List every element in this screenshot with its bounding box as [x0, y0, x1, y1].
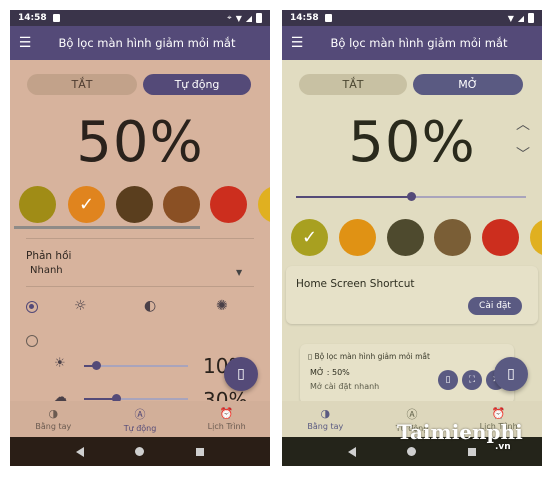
auto-icon: Ⓐ [134, 407, 146, 421]
color-swatch-red[interactable] [210, 186, 247, 223]
right-phone-screen: 14:58 ▼ ◢ ☰ Bộ lọc màn hình giảm mỏi mắt… [282, 10, 542, 466]
nav-label: Tự động [123, 423, 157, 433]
feedback-select[interactable]: Nhanh [30, 265, 63, 276]
feedback-label: Phản hồi [26, 250, 72, 262]
app-bar: ☰ Bộ lọc màn hình giảm mỏi mắt [282, 26, 542, 60]
intensity-percent: 50% [348, 110, 476, 175]
shortcut-title: Home Screen Shortcut [296, 278, 415, 290]
swatch-scroll-indicator [14, 226, 200, 229]
color-swatch-olive[interactable] [19, 186, 56, 223]
app-bar: ☰ Bộ lọc màn hình giảm mỏi mắt [10, 26, 270, 60]
toggle-off-button[interactable]: TẮT [27, 74, 137, 95]
brightness-low-icon[interactable]: ☼ [74, 298, 87, 314]
dropdown-arrow-icon[interactable]: ▼ [236, 268, 242, 277]
color-swatch-dark-brown[interactable] [116, 186, 153, 223]
status-time: 14:58 [18, 13, 47, 23]
slider-thumb-2[interactable] [112, 394, 121, 401]
watermark-text: Taimienphi [397, 420, 523, 444]
wifi-icon: ▼ [235, 13, 242, 23]
mode-radio-unselected[interactable] [26, 335, 38, 347]
color-swatch-red[interactable] [482, 219, 519, 256]
alarm-icon: ⏰ [491, 407, 506, 420]
left-phone-screen: 14:58 ⌖ ▼ ◢ ☰ Bộ lọc màn hình giảm mỏi m… [10, 10, 270, 466]
toggle-off-button[interactable]: TẮT [299, 74, 407, 95]
notification-title: ▯ Bộ lọc màn hình giảm mỏi mắt [308, 352, 430, 361]
main-content: TẮT Tự động 50% ✓ Phản hồi Nhanh ▼ ☼ ◐ ✺… [10, 60, 270, 401]
color-swatch-orange[interactable] [339, 219, 376, 256]
color-swatch-brown[interactable] [163, 186, 200, 223]
slider-thumb[interactable] [92, 361, 101, 370]
status-bar: 14:58 ▼ ◢ [282, 10, 542, 26]
settings-button[interactable]: Cài đặt [468, 297, 522, 315]
phone-icon: ▯ [507, 366, 515, 382]
watermark-logo: Taimienphi .vn [397, 420, 537, 460]
check-icon: ✓ [78, 194, 95, 215]
notification-action: Mở cài đặt nhanh [310, 382, 380, 391]
check-icon: ✓ [301, 227, 318, 248]
divider [26, 238, 254, 239]
back-icon[interactable] [347, 446, 356, 457]
nav-manual[interactable]: ◑ Bằng tay [10, 401, 97, 437]
system-nav-bar [10, 437, 270, 466]
cloud-icon: ☁ [54, 390, 67, 401]
color-swatch-orange[interactable]: ✓ [68, 186, 105, 223]
intensity-slider-fill [296, 196, 411, 198]
shortcut-fab[interactable]: ▯ [224, 357, 258, 391]
nav-label: Bằng tay [35, 422, 72, 431]
brightness-settings-icon[interactable]: ✺ [216, 298, 228, 314]
location-icon: ⌖ [227, 13, 232, 22]
menu-icon[interactable]: ☰ [10, 35, 40, 51]
sim-icon [52, 14, 60, 22]
sun-icon: ☀ [54, 356, 66, 371]
sim-icon [324, 14, 332, 22]
phone-icon: ▯ [237, 366, 245, 382]
phone-icon[interactable]: ▯ [438, 370, 458, 390]
notification-status: MỞ : 50% [310, 368, 350, 377]
home-icon[interactable] [135, 447, 145, 456]
toggle-auto-button[interactable]: Tự động [143, 74, 251, 95]
signal-icon: ◢ [517, 13, 524, 23]
nav-label: Bằng tay [307, 422, 344, 431]
brightness-contrast-icon[interactable]: ◐ [144, 298, 156, 314]
shortcut-fab[interactable]: ▯ [494, 357, 528, 391]
color-swatch-olive[interactable]: ✓ [291, 219, 328, 256]
intensity-slider-thumb[interactable] [407, 192, 416, 201]
nav-label: Lịch Trình [207, 422, 246, 431]
divider [26, 286, 254, 287]
main-content: TẮT MỞ 50% ︿ ﹀ ✓ Home Screen Shortcut Cà… [282, 60, 542, 401]
brightness-icon: ◑ [320, 407, 331, 420]
color-swatch-dark-olive[interactable] [387, 219, 424, 256]
battery-icon [528, 13, 534, 23]
notification-title-text: Bộ lọc màn hình giảm mỏi mắt [314, 352, 430, 361]
intensity-percent: 50% [76, 110, 204, 175]
wifi-icon: ▼ [507, 13, 514, 23]
fullscreen-icon[interactable]: ⛶ [462, 370, 482, 390]
nav-manual[interactable]: ◑ Bằng tay [282, 401, 369, 437]
nav-schedule[interactable]: ⏰ Lịch Trình [183, 401, 270, 437]
back-icon[interactable] [75, 446, 84, 457]
color-swatch-brown[interactable] [434, 219, 471, 256]
notification-preview: ▯ Bộ lọc màn hình giảm mỏi mắt MỞ : 50% … [300, 344, 514, 401]
color-swatch-yellow[interactable] [258, 186, 270, 223]
status-time: 14:58 [290, 13, 319, 23]
bottom-nav: ◑ Bằng tay Ⓐ Tự động ⏰ Lịch Trình [10, 401, 270, 437]
toggle-on-button[interactable]: MỞ [413, 74, 523, 95]
chevron-down-icon[interactable]: ﹀ [516, 144, 530, 164]
app-title: Bộ lọc màn hình giảm mỏi mắt [330, 36, 508, 50]
shortcut-card: Home Screen Shortcut Cài đặt [286, 266, 538, 324]
battery-icon [256, 13, 262, 23]
brightness-icon: ◑ [48, 407, 59, 420]
recents-icon[interactable] [196, 447, 205, 456]
nav-auto[interactable]: Ⓐ Tự động [97, 401, 184, 437]
status-bar: 14:58 ⌖ ▼ ◢ [10, 10, 270, 26]
mode-radio-selected[interactable] [26, 301, 38, 313]
chevron-up-icon[interactable]: ︿ [516, 114, 530, 134]
menu-icon[interactable]: ☰ [282, 35, 312, 51]
app-title: Bộ lọc màn hình giảm mỏi mắt [58, 36, 236, 50]
color-swatch-yellow[interactable] [530, 219, 542, 256]
watermark-suffix: .vn [495, 442, 511, 452]
alarm-icon: ⏰ [219, 407, 234, 420]
signal-icon: ◢ [245, 13, 252, 23]
